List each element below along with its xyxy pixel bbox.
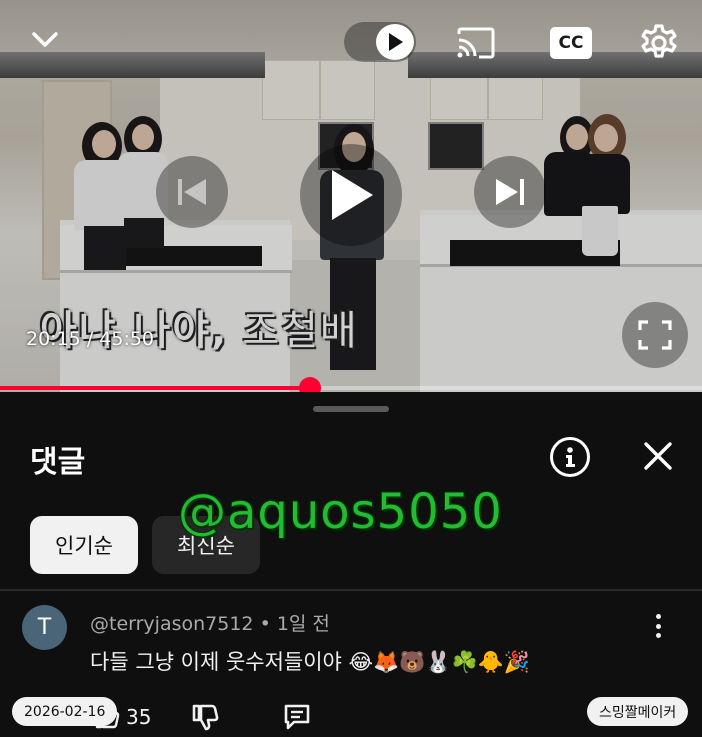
watermark-text: @aquos5050: [178, 484, 503, 540]
date-badge: 2026-02-16: [12, 697, 118, 726]
time-total: 45:50: [99, 328, 155, 350]
skip-previous-icon: [178, 179, 206, 205]
reply-button[interactable]: [280, 700, 314, 734]
comment-text: 다들 그냥 이제 웃수저들이야 😂🦊🐻🐰☘️🐥🎉: [90, 650, 530, 674]
kebab-dot: [655, 633, 661, 638]
autoplay-toggle-icon[interactable]: [376, 24, 414, 60]
time-separator: /: [86, 328, 94, 350]
comment-author[interactable]: @terryjason7512: [90, 613, 254, 635]
time-display: 20:15 / 45:50: [26, 328, 154, 350]
dislike-button[interactable]: [188, 700, 222, 734]
autoplay-play-glyph: [389, 33, 403, 51]
play-icon: [332, 170, 373, 220]
gear-icon: [641, 24, 677, 58]
skip-next-icon: [496, 179, 524, 205]
info-button[interactable]: [550, 437, 590, 477]
fullscreen-icon: [638, 320, 672, 350]
close-button[interactable]: [640, 438, 676, 474]
cast-icon: [457, 27, 495, 59]
chevron-down-icon: [32, 32, 58, 47]
collapse-button[interactable]: [26, 24, 64, 56]
comment-meta: @terryjason7512 • 1일 전: [90, 609, 330, 636]
creator-badge: 스밍짤메이커: [587, 697, 689, 726]
close-icon: [644, 442, 672, 470]
play-button[interactable]: [300, 144, 402, 246]
avatar[interactable]: T: [22, 605, 67, 650]
info-icon: [566, 447, 575, 467]
comment-more-button[interactable]: [648, 612, 668, 640]
divider: [0, 589, 702, 591]
fullscreen-button[interactable]: [622, 302, 688, 368]
captions-label: CC: [558, 33, 584, 53]
comment-time: 1일 전: [276, 613, 330, 635]
comment-icon: [284, 704, 310, 730]
settings-button[interactable]: [638, 22, 680, 64]
sort-chip-top[interactable]: 인기순: [30, 516, 138, 574]
panel-title: 댓글: [30, 445, 86, 480]
video-player[interactable]: 아냐 나야, 조철배 CC 20:15 / 45:50: [0, 0, 702, 392]
sort-chip-top-label: 인기순: [55, 534, 113, 558]
previous-button[interactable]: [156, 156, 228, 228]
cast-button[interactable]: [454, 24, 498, 62]
panel-drag-handle[interactable]: [313, 406, 389, 412]
screen: 아냐 나야, 조철배 CC 20:15 / 45:50 댓글 인기순 최신순 @…: [0, 0, 702, 737]
thumbs-down-icon: [192, 704, 219, 731]
kebab-dot: [655, 623, 661, 629]
kebab-dot: [655, 614, 661, 619]
captions-button[interactable]: CC: [550, 27, 592, 59]
avatar-letter: T: [37, 615, 52, 640]
meta-separator: •: [259, 613, 271, 635]
next-button[interactable]: [474, 156, 546, 228]
like-count: 35: [126, 705, 152, 729]
progress-fill: [0, 386, 311, 390]
time-current: 20:15: [26, 328, 81, 350]
